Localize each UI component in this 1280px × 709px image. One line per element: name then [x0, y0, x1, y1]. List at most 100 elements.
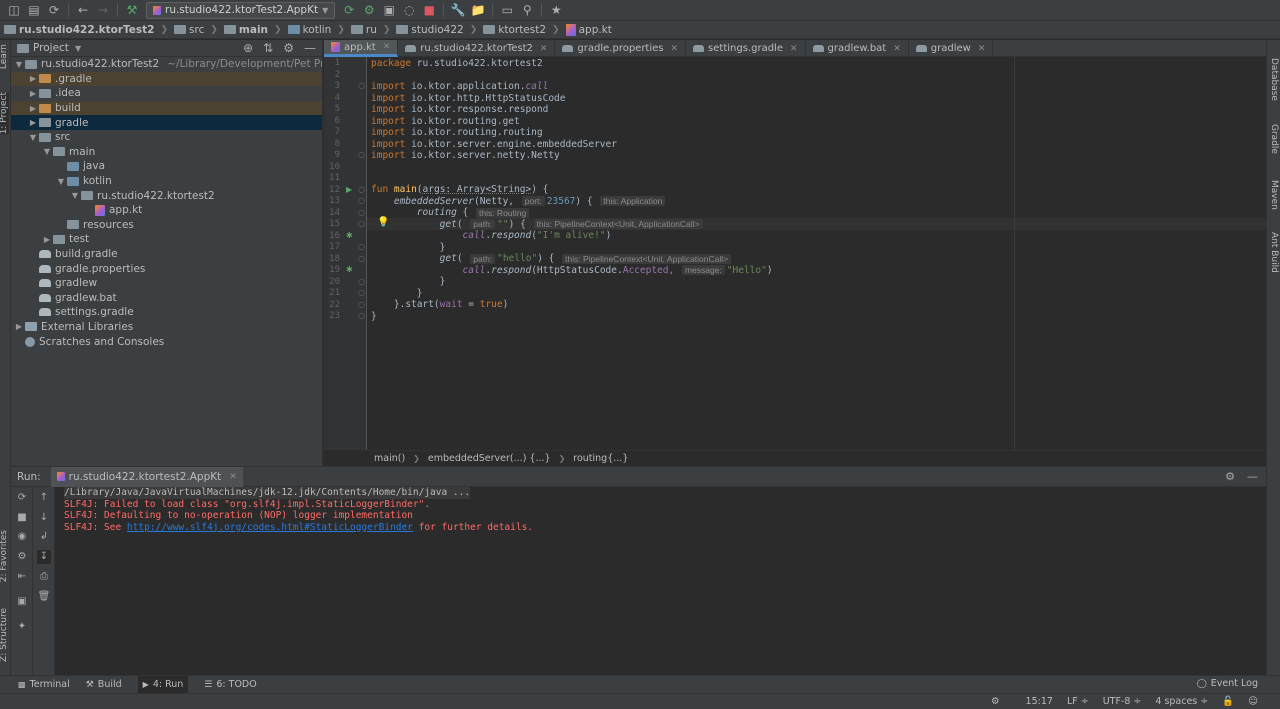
- debug-icon[interactable]: ⚙: [359, 1, 379, 19]
- fold-icon[interactable]: ○: [358, 219, 365, 228]
- tree-item[interactable]: ▶ External Libraries: [11, 320, 322, 335]
- chevron-down-icon[interactable]: ▼: [69, 191, 81, 200]
- locate-icon[interactable]: ⊕: [243, 41, 253, 55]
- fold-icon[interactable]: ○: [358, 208, 365, 217]
- route-gutter-icon[interactable]: ✱: [346, 231, 353, 240]
- chevron-down-icon[interactable]: ▼: [75, 44, 81, 53]
- fold-icon[interactable]: ○: [358, 150, 365, 159]
- editor-crumb-main[interactable]: main(): [374, 453, 405, 464]
- tab-todo[interactable]: ☰ 6: TODO: [204, 679, 256, 690]
- chevron-right-icon[interactable]: ▶: [41, 235, 53, 244]
- breadcrumb-studio422[interactable]: studio422: [396, 24, 464, 36]
- tree-item[interactable]: settings.gradle: [11, 305, 322, 320]
- chevron-down-icon[interactable]: ▼: [27, 133, 39, 142]
- profile-icon[interactable]: ◌: [399, 1, 419, 19]
- fold-icon[interactable]: ○: [358, 300, 365, 309]
- close-icon[interactable]: ✕: [671, 44, 679, 54]
- run-gutter-icon[interactable]: ▶: [346, 185, 352, 194]
- fold-icon[interactable]: ○: [358, 242, 365, 251]
- git-icon[interactable]: ⚙: [991, 696, 1000, 707]
- rerun-icon[interactable]: ⟳: [15, 491, 29, 505]
- route-gutter-icon[interactable]: ✱: [346, 265, 353, 274]
- gear-icon[interactable]: ⚙: [1225, 470, 1235, 483]
- breadcrumb-main[interactable]: main: [223, 24, 268, 36]
- close-icon[interactable]: ✕: [893, 44, 901, 54]
- collapse-all-icon[interactable]: ⇅: [263, 41, 273, 55]
- editor-tab[interactable]: gradle.properties ✕: [555, 40, 687, 57]
- editor-tab[interactable]: settings.gradle ✕: [686, 40, 806, 57]
- tab-terminal[interactable]: ▩ Terminal: [18, 679, 70, 690]
- breadcrumb-kotlin[interactable]: kotlin: [287, 24, 331, 36]
- project-structure-icon[interactable]: 📁: [468, 1, 488, 19]
- close-icon[interactable]: ✕: [978, 44, 986, 54]
- tree-item[interactable]: gradlew: [11, 276, 322, 291]
- fold-icon[interactable]: ○: [358, 185, 365, 194]
- tree-item[interactable]: ▼ src: [11, 130, 322, 145]
- chevron-right-icon[interactable]: ▶: [27, 74, 39, 83]
- vcs-icon[interactable]: ★: [546, 1, 566, 19]
- file-encoding[interactable]: UTF-8 ÷: [1103, 696, 1142, 707]
- build-hammer-icon[interactable]: ⚒: [122, 1, 142, 19]
- soft-wrap-icon[interactable]: ↲: [37, 530, 51, 544]
- tree-item[interactable]: ▶ .gradle: [11, 71, 322, 87]
- tree-item[interactable]: ▶ gradle: [11, 115, 322, 130]
- fold-icon[interactable]: ○: [358, 277, 365, 286]
- lock-icon[interactable]: 🔓: [1222, 696, 1234, 707]
- tree-item[interactable]: ▼ kotlin: [11, 174, 322, 189]
- editor-crumb-embedded-server[interactable]: embeddedServer(...) {...}: [428, 453, 551, 464]
- close-icon[interactable]: ✕: [790, 44, 798, 54]
- scroll-to-end-icon[interactable]: ↧: [37, 550, 51, 564]
- tree-item[interactable]: ▶ test: [11, 232, 322, 247]
- hide-icon[interactable]: —: [1247, 470, 1258, 483]
- back-icon[interactable]: ←: [73, 1, 93, 19]
- settings-wrench-icon[interactable]: 🔧: [448, 1, 468, 19]
- editor-crumb-routing[interactable]: routing{...}: [573, 453, 628, 464]
- chevron-right-icon[interactable]: ▶: [13, 322, 25, 331]
- run-console[interactable]: /Library/Java/JavaVirtualMachines/jdk-12…: [55, 487, 1266, 675]
- code-editor[interactable]: 💡 package ru.studio422.ktortest2 import …: [367, 57, 1266, 450]
- tree-item[interactable]: ▼ ru.studio422.ktortest2: [11, 188, 322, 203]
- tab-favorites[interactable]: 2: Favorites: [0, 530, 9, 582]
- tree-item[interactable]: ▼ main: [11, 145, 322, 160]
- pin-icon[interactable]: ✦: [15, 620, 29, 634]
- chevron-right-icon[interactable]: ▶: [27, 89, 39, 98]
- inspector-icon[interactable]: ☺: [1248, 696, 1258, 707]
- run-configuration-select[interactable]: ru.studio422.ktorTest2.AppKt ▼: [146, 1, 336, 19]
- search-icon[interactable]: ⚲: [517, 1, 537, 19]
- tab-database[interactable]: Database: [1269, 58, 1279, 101]
- save-icon[interactable]: ◫: [4, 1, 24, 19]
- arrow-down-icon[interactable]: ↓: [37, 511, 51, 525]
- editor-tab[interactable]: gradlew.bat ✕: [806, 40, 909, 57]
- tab-ant-build[interactable]: Ant Build: [1269, 232, 1279, 273]
- debug-icon[interactable]: ⚙: [15, 550, 29, 564]
- rerun-icon[interactable]: ⟳: [339, 1, 359, 19]
- breadcrumb-project[interactable]: ru.studio422.ktorTest2: [4, 24, 154, 36]
- hide-icon[interactable]: —: [304, 41, 316, 55]
- fold-icon[interactable]: ○: [358, 254, 365, 263]
- fold-icon[interactable]: ○: [358, 288, 365, 297]
- tree-item[interactable]: ▶ .idea: [11, 86, 322, 101]
- run-tab[interactable]: ru.studio422.ktortest2.AppKt ✕: [50, 466, 243, 487]
- chevron-down-icon[interactable]: ▼: [13, 60, 25, 69]
- tab-gradle[interactable]: Gradle: [1269, 124, 1279, 154]
- tree-item[interactable]: Scratches and Consoles: [11, 334, 322, 349]
- tab-build[interactable]: ⚒ Build: [86, 679, 122, 690]
- tab-project[interactable]: 1: Project: [0, 92, 9, 135]
- close-icon[interactable]: ✕: [540, 44, 548, 54]
- event-log-button[interactable]: ◯ Event Log: [1197, 678, 1258, 689]
- breadcrumb-src[interactable]: src: [174, 24, 204, 36]
- tab-maven[interactable]: Maven: [1269, 180, 1279, 210]
- tree-item[interactable]: resources: [11, 218, 322, 233]
- stop-icon[interactable]: ■: [15, 511, 29, 525]
- open-icon[interactable]: ▤: [24, 1, 44, 19]
- chevron-down-icon[interactable]: ▼: [41, 147, 53, 156]
- tree-item[interactable]: ▶ build: [11, 100, 322, 116]
- tree-root[interactable]: ▼ ru.studio422.ktorTest2 ~/Library/Devel…: [11, 57, 322, 72]
- editor-tab[interactable]: gradlew ✕: [909, 40, 994, 57]
- close-icon[interactable]: ✕: [229, 472, 237, 482]
- tab-learn[interactable]: Learn: [0, 44, 9, 69]
- exit-icon[interactable]: ⇤: [15, 570, 29, 584]
- tree-item[interactable]: build.gradle: [11, 247, 322, 262]
- gear-icon[interactable]: ⚙: [283, 41, 294, 55]
- sync-icon[interactable]: ⟳: [44, 1, 64, 19]
